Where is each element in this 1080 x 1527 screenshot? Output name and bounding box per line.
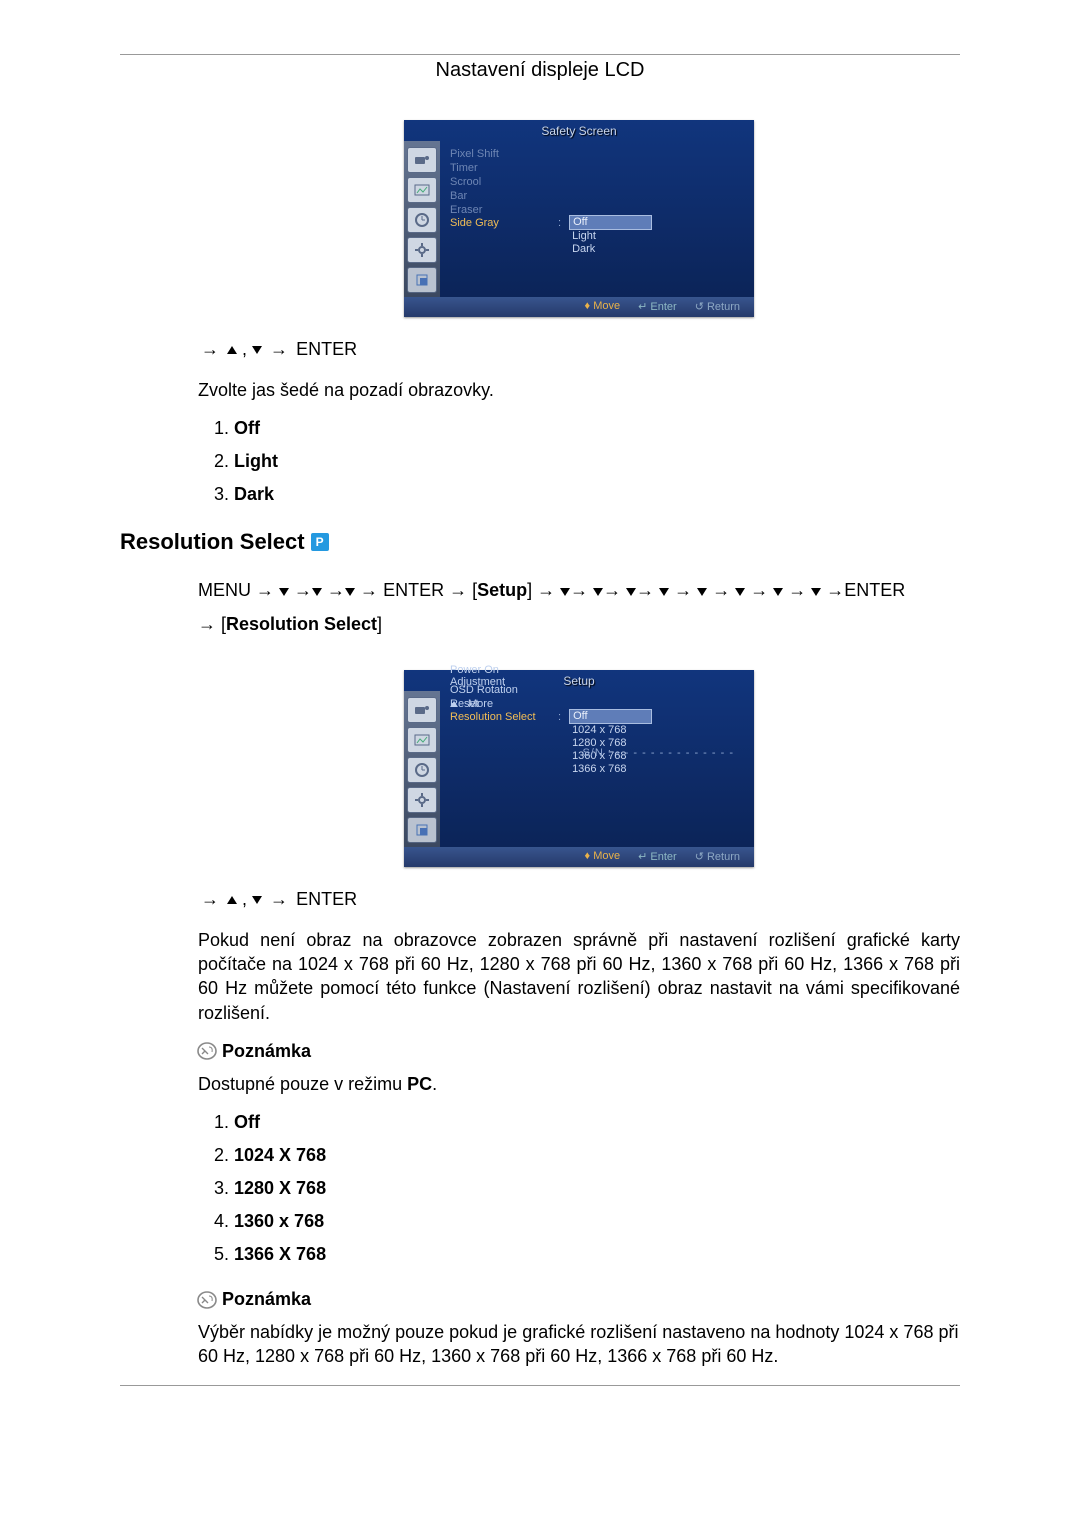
osd-tab-strip: [404, 691, 440, 847]
menu-path-token: MENU: [198, 580, 251, 600]
osd-tab-picture-icon: [407, 727, 437, 753]
note-heading: Poznámka: [196, 1041, 960, 1062]
osd-menu: More Resolution Select : Off 1024 x 768 …: [440, 691, 754, 847]
menu-path-resolution: Resolution Select: [226, 614, 377, 634]
pc-mode-badge-icon: P: [311, 533, 329, 551]
osd-foot-move: ♦ Move: [585, 850, 621, 863]
osd-option-list: Off Light Dark: [569, 215, 652, 256]
osd-item: Bar: [450, 190, 550, 202]
osd-foot-return: ↺ Return: [695, 300, 740, 313]
list-item: Off: [234, 418, 960, 439]
note-icon: [196, 1290, 218, 1310]
osd-option: 1024 x 768: [569, 724, 650, 737]
content-block: Safety Screen Pixel Shift Timer Scrool B…: [198, 120, 960, 505]
osd-option: Dark: [569, 243, 650, 256]
osd-option: Off: [569, 709, 652, 724]
sidegray-description: Zvolte jas šedé na pozadí obrazovky.: [198, 378, 960, 402]
section-title: Resolution Select: [120, 529, 305, 555]
down-arrow-icon: [252, 896, 262, 904]
nav-hint: → , → ENTER: [198, 339, 960, 360]
note-text-2: Výběr nabídky je možný pouze pokud je gr…: [198, 1320, 960, 1369]
up-arrow-icon: [227, 346, 237, 354]
note-heading: Poznámka: [196, 1289, 960, 1310]
osd-title: Safety Screen: [404, 120, 754, 141]
osd-tab-multi-icon: [407, 267, 437, 293]
osd-option: Light: [569, 230, 650, 243]
resolution-option-list: Off 1024 X 768 1280 X 768 1360 x 768 136…: [216, 1112, 960, 1265]
down-arrow-icon: [252, 346, 262, 354]
osd-tab-setup-icon: [407, 787, 437, 813]
note-label: Poznámka: [222, 1041, 311, 1062]
list-item: 1280 X 768: [234, 1178, 960, 1199]
menu-path-setup: Setup: [477, 580, 527, 600]
osd-option: 1366 x 768: [569, 763, 650, 776]
osd-tab-input-icon: [407, 147, 437, 173]
content-block-2: MENU → → → → ENTER → [Setup] → → → → → →…: [198, 573, 960, 1368]
osd-item: Timer: [450, 162, 550, 174]
osd-option: Off: [569, 215, 652, 230]
osd-panel: Safety Screen Pixel Shift Timer Scrool B…: [404, 120, 754, 317]
list-item: Dark: [234, 484, 960, 505]
osd-item: Scrool: [450, 176, 550, 188]
osd-tab-multi-icon: [407, 817, 437, 843]
page-title: Nastavení displeje LCD: [120, 55, 960, 92]
list-item: 1024 X 768: [234, 1145, 960, 1166]
note-text: Dostupné pouze v režimu PC.: [198, 1072, 960, 1096]
osd-tab-picture-icon: [407, 177, 437, 203]
enter-label: ENTER: [296, 339, 357, 359]
osd-tab-time-icon: [407, 207, 437, 233]
sidegray-option-list: Off Light Dark: [216, 418, 960, 505]
note-icon: [196, 1041, 218, 1061]
osd-item-selected: Resolution Select: [450, 711, 550, 723]
resolution-description: Pokud není obraz na obrazovce zobrazen s…: [198, 928, 960, 1025]
nav-hint: → , → ENTER: [198, 889, 960, 910]
osd-footer: ♦ Move ↵ Enter ↺ Return: [404, 847, 754, 867]
osd-tab-time-icon: [407, 757, 437, 783]
osd-safety-screen: Safety Screen Pixel Shift Timer Scrool B…: [198, 120, 960, 317]
osd-foot-move: ♦ Move: [585, 300, 621, 313]
section-heading: Resolution Select P: [120, 529, 960, 555]
osd-foot-enter: ↵ Enter: [638, 300, 677, 313]
list-item: Light: [234, 451, 960, 472]
osd-item: OSD Rotation: [450, 684, 550, 696]
list-item: Off: [234, 1112, 960, 1133]
osd-foot-enter: ↵ Enter: [638, 850, 677, 863]
osd-setup: Setup More Resolution Select :: [198, 670, 960, 867]
up-arrow-icon: [227, 896, 237, 904]
menu-path-token: ENTER: [383, 580, 444, 600]
menu-path-token: ENTER: [844, 580, 905, 600]
menu-path: MENU → → → → ENTER → [Setup] → → → → → →…: [198, 573, 960, 641]
osd-item: Reset: [450, 698, 550, 710]
osd-menu: Pixel Shift Timer Scrool Bar Eraser Side…: [440, 141, 754, 297]
osd-item: Eraser: [450, 204, 550, 216]
note-label: Poznámka: [222, 1289, 311, 1310]
list-item: 1366 X 768: [234, 1244, 960, 1265]
osd-item-selected: Side Gray: [450, 217, 550, 229]
osd-item: Pixel Shift: [450, 148, 550, 160]
osd-panel: Setup More Resolution Select :: [404, 670, 754, 867]
divider-bottom: [120, 1385, 960, 1386]
osd-foot-return: ↺ Return: [695, 850, 740, 863]
enter-label: ENTER: [296, 889, 357, 909]
osd-footer: ♦ Move ↵ Enter ↺ Return: [404, 297, 754, 317]
osd-tab-strip: [404, 141, 440, 297]
osd-option-list: Off 1024 x 768 1280 x 768 1360 x 768 136…: [569, 709, 652, 776]
page: Nastavení displeje LCD Safety Screen Pix…: [0, 0, 1080, 1527]
osd-tab-setup-icon: [407, 237, 437, 263]
osd-tab-input-icon: [407, 697, 437, 723]
list-item: 1360 x 768: [234, 1211, 960, 1232]
